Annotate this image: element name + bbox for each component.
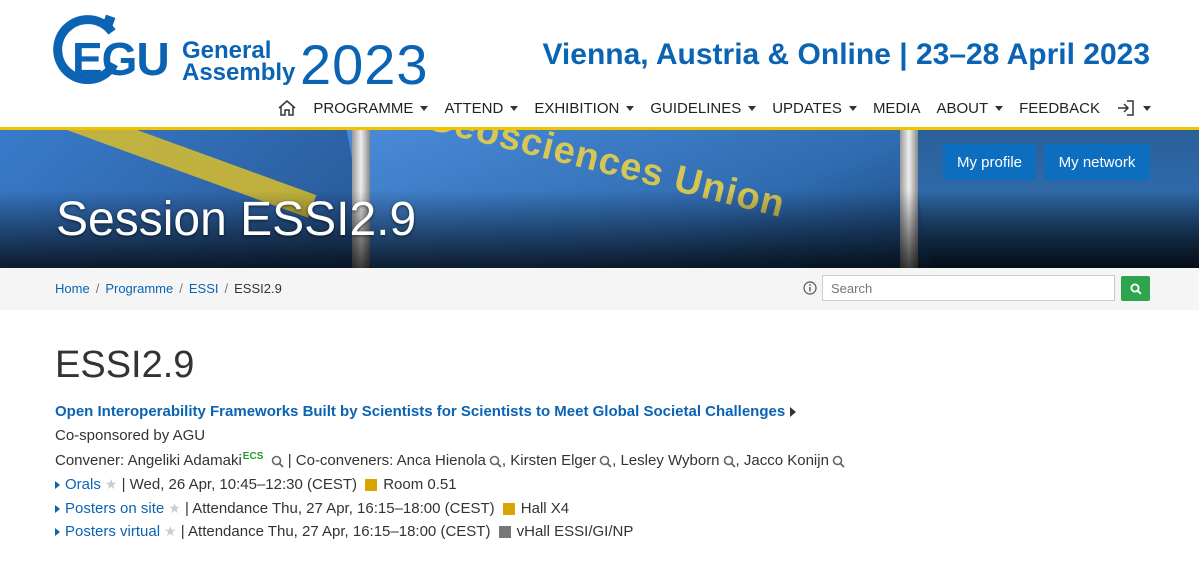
- posters-onsite-line: Posters on site ★ | Attendance Thu, 27 Ap…: [55, 500, 569, 517]
- posters-onsite-room: Hall X4: [520, 500, 570, 517]
- list-comma: ,: [612, 452, 617, 469]
- convener-name: Angeliki Adamaki: [127, 452, 242, 469]
- list-comma: ,: [501, 452, 507, 469]
- search-icon[interactable]: [271, 455, 284, 468]
- nav-about-label: ABOUT: [936, 99, 989, 117]
- breadcrumb-home[interactable]: Home: [55, 281, 90, 296]
- nav-exhibition[interactable]: EXHIBITION: [534, 99, 635, 117]
- convener-label: Convener:: [55, 452, 125, 469]
- coconvener-name: Kirsten Elger: [510, 452, 597, 469]
- chevron-down-icon: [995, 105, 1004, 111]
- orals-link[interactable]: Orals: [65, 476, 101, 493]
- room-color-square: [498, 526, 511, 539]
- session-title-text: Open Interoperability Frameworks Built b…: [55, 403, 786, 420]
- breadcrumb-separator: /: [224, 281, 229, 296]
- logo-year: 2023: [300, 33, 429, 96]
- posters-virtual-line: Posters virtual ★ | Attendance Thu, 27 Ap…: [55, 523, 633, 540]
- chevron-down-icon: [748, 105, 757, 111]
- nav-guidelines-label: GUIDELINES: [650, 99, 742, 117]
- nav-feedback-label: FEEDBACK: [1019, 99, 1100, 117]
- egu-logo[interactable]: EGU General Assembly 2023: [52, 10, 432, 110]
- search-icon: [1130, 283, 1142, 295]
- chevron-down-icon: [510, 105, 519, 111]
- cosponsor-text: Co-sponsored by AGU: [55, 427, 206, 444]
- conveners-line: Convener: Angeliki AdamakiECS | Co-conve…: [55, 451, 845, 469]
- chevron-down-icon: [1143, 105, 1151, 111]
- nav-login[interactable]: [1116, 99, 1151, 117]
- search-icon[interactable]: [723, 455, 736, 468]
- star-icon[interactable]: ★: [105, 476, 118, 492]
- nav-attend-label: ATTEND: [444, 99, 504, 117]
- nav-updates[interactable]: UPDATES: [772, 100, 857, 117]
- ecs-badge: ECS: [242, 451, 264, 462]
- expand-arrow-icon: [790, 407, 797, 418]
- orals-line: Orals ★ | Wed, 26 Apr, 10:45–12:30 (CEST)…: [55, 476, 457, 493]
- orals-room: Room 0.51: [383, 476, 457, 493]
- home-icon[interactable]: [277, 99, 297, 117]
- page-title: ESSI2.9: [55, 344, 195, 386]
- chevron-down-icon: [626, 105, 635, 111]
- search-input[interactable]: [822, 275, 1115, 301]
- posters-virtual-link[interactable]: Posters virtual: [65, 523, 160, 540]
- star-icon[interactable]: ★: [164, 523, 177, 539]
- event-tagline: Vienna, Austria & Online | 23–28 April 2…: [542, 38, 1150, 71]
- expand-arrow-icon[interactable]: [55, 528, 60, 537]
- breadcrumb-current: ESSI2.9: [234, 281, 282, 296]
- nav-media-label: MEDIA: [872, 99, 921, 117]
- breadcrumb-essi[interactable]: ESSI: [189, 281, 219, 296]
- posters-onsite-time: | Attendance Thu, 27 Apr, 16:15–18:00 (C…: [184, 500, 495, 517]
- posters-virtual-time: | Attendance Thu, 27 Apr, 16:15–18:00 (C…: [180, 523, 491, 540]
- logo-general-assembly: General Assembly: [182, 39, 296, 86]
- site-header: EGU General Assembly 2023 Vienna, Austri…: [0, 0, 1199, 128]
- search-icon[interactable]: [832, 455, 845, 468]
- nav-exhibition-label: EXHIBITION: [534, 99, 620, 117]
- coconvener-name: Anca Hienola: [396, 452, 486, 469]
- search-icon[interactable]: [489, 455, 502, 468]
- session-title-link[interactable]: Open Interoperability Frameworks Built b…: [55, 403, 797, 420]
- login-icon: [1118, 100, 1134, 116]
- coconveners-label: | Co-conveners:: [287, 452, 394, 469]
- banner-title: Session ESSI2.9: [56, 193, 417, 246]
- coconvener-name: Jacco Konijn: [743, 452, 829, 469]
- breadcrumb-bar: Home / Programme / ESSI / ESSI2.9: [0, 268, 1199, 310]
- posters-onsite-link[interactable]: Posters on site: [65, 500, 164, 517]
- nav-media[interactable]: MEDIA: [873, 100, 921, 117]
- expand-arrow-icon[interactable]: [55, 481, 60, 490]
- nav-programme[interactable]: PROGRAMME: [313, 99, 429, 117]
- nav-about[interactable]: ABOUT: [936, 99, 1004, 117]
- main-nav: PROGRAMME ATTEND EXHIBITION GUIDELINES U…: [277, 96, 1151, 120]
- breadcrumb: Home / Programme / ESSI / ESSI2.9: [55, 281, 282, 296]
- session-banner: Geosciences Union Session ESSI2.9 My pro…: [0, 130, 1199, 268]
- star-icon[interactable]: ★: [168, 500, 181, 516]
- nav-guidelines[interactable]: GUIDELINES: [650, 99, 757, 117]
- breadcrumb-separator: /: [95, 281, 100, 296]
- chevron-down-icon: [420, 105, 429, 111]
- logo-assembly-text: Assembly: [182, 59, 296, 86]
- search-button[interactable]: [1121, 276, 1150, 301]
- posters-virtual-room: vHall ESSI/GI/NP: [516, 523, 634, 540]
- list-comma: ,: [735, 452, 740, 469]
- breadcrumb-programme[interactable]: Programme: [105, 281, 173, 296]
- expand-arrow-icon[interactable]: [55, 505, 60, 514]
- chevron-down-icon: [848, 105, 857, 111]
- nav-attend[interactable]: ATTEND: [444, 99, 519, 117]
- nav-updates-label: UPDATES: [772, 99, 842, 117]
- orals-time: | Wed, 26 Apr, 10:45–12:30 (CEST): [121, 476, 358, 493]
- room-color-square: [365, 479, 378, 492]
- nav-programme-label: PROGRAMME: [313, 99, 414, 117]
- search-icon[interactable]: [599, 455, 612, 468]
- breadcrumb-separator: /: [179, 281, 183, 296]
- coconvener-name: Lesley Wyborn: [620, 452, 720, 469]
- room-color-square: [502, 503, 515, 516]
- nav-feedback[interactable]: FEEDBACK: [1019, 100, 1100, 117]
- logo-egu-text: EGU: [72, 33, 170, 85]
- my-network-button[interactable]: My network: [1044, 144, 1150, 180]
- info-icon[interactable]: [803, 281, 817, 295]
- my-profile-button[interactable]: My profile: [943, 144, 1036, 180]
